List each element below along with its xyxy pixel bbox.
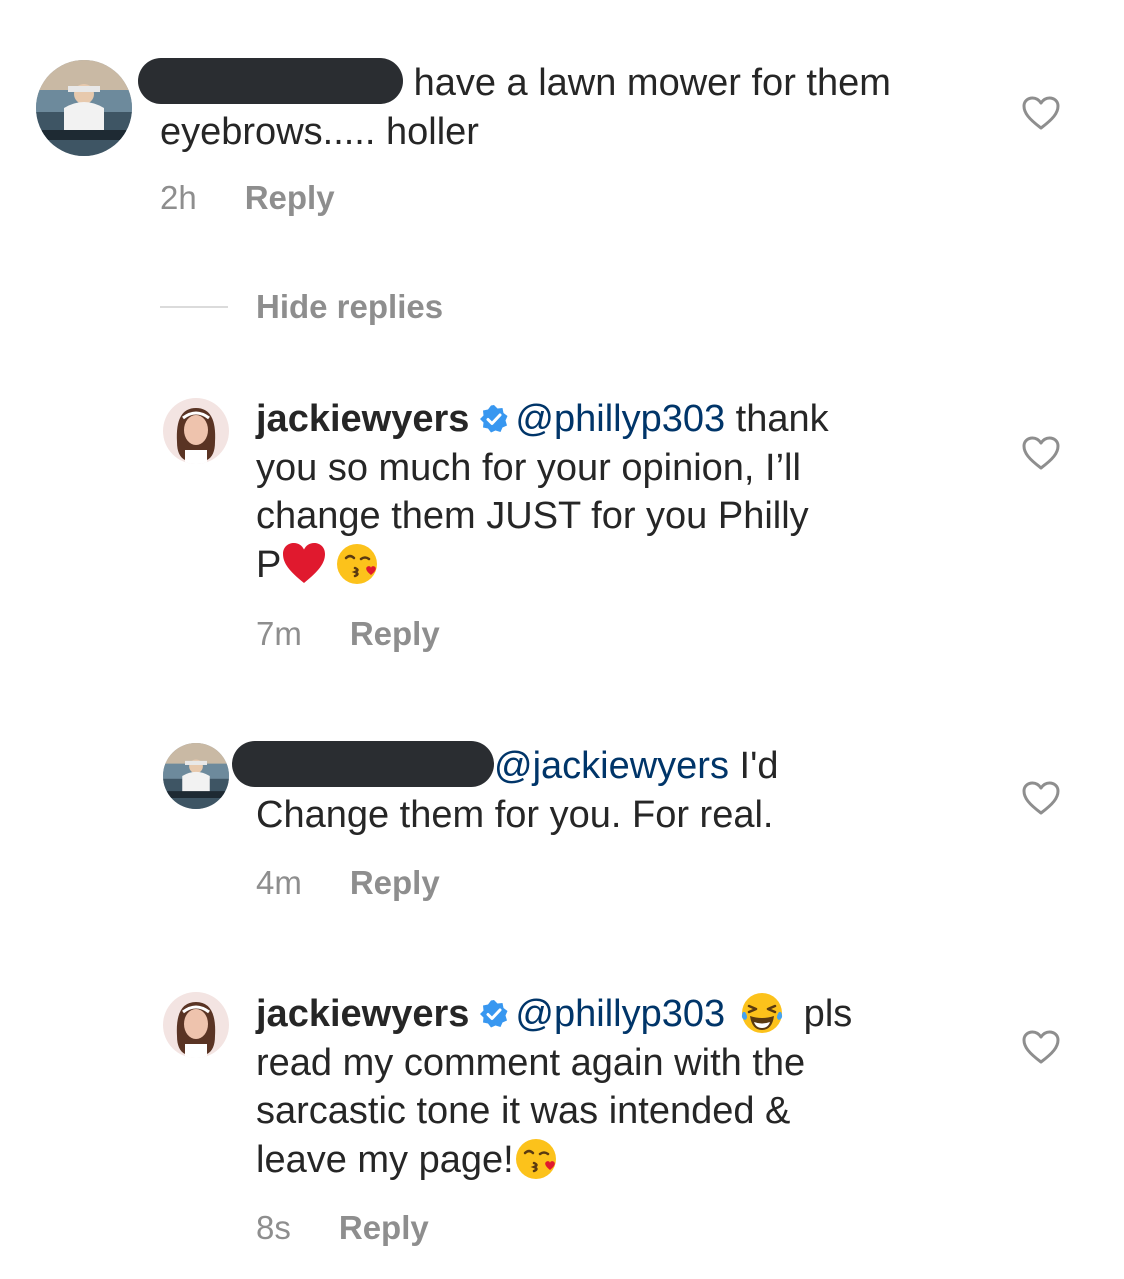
- timestamp: 8s: [256, 1209, 291, 1246]
- comment-text: have a lawn mower for them eyebrows.....…: [138, 58, 1000, 156]
- mention-link[interactable]: @phillyp303: [515, 398, 725, 440]
- timestamp: 4m: [256, 864, 302, 901]
- timestamp: 2h: [160, 179, 197, 216]
- comment-meta: 2h Reply: [160, 179, 335, 217]
- comment-body: change them JUST for you Philly: [256, 495, 809, 537]
- hide-replies-button[interactable]: Hide replies: [256, 288, 443, 326]
- redacted-username: [138, 58, 403, 104]
- username[interactable]: jackiewyers: [256, 398, 469, 440]
- reply-button[interactable]: Reply: [350, 864, 440, 902]
- comment-body: I'd: [728, 745, 779, 787]
- comment-body: eyebrows..... holler: [160, 110, 479, 153]
- mention-link[interactable]: @jackiewyers: [494, 745, 729, 787]
- hide-replies-divider: [160, 306, 228, 308]
- laughing-tears-icon: [742, 993, 783, 1033]
- heart-icon[interactable]: [1021, 780, 1061, 816]
- red-heart-icon: [283, 542, 326, 583]
- comment-meta: 7m Reply: [256, 615, 440, 653]
- reply-button[interactable]: Reply: [245, 179, 335, 217]
- avatar[interactable]: [36, 60, 132, 156]
- timestamp: 7m: [256, 615, 302, 652]
- comment-text: jackiewyers @phillyp303 pls read my comme…: [256, 990, 976, 1184]
- kissing-face-icon: [515, 1138, 556, 1179]
- username[interactable]: jackiewyers: [256, 993, 469, 1035]
- avatar-man-on-boat-icon: [163, 743, 229, 809]
- kissing-face-icon: [337, 543, 378, 584]
- redacted-username: [232, 741, 494, 787]
- comment-meta: 4m Reply: [256, 864, 440, 902]
- comment-body: leave my page!: [256, 1138, 514, 1181]
- heart-icon[interactable]: [1021, 1029, 1061, 1065]
- comment-text: @jackiewyers I'd Change them for you. Fo…: [232, 741, 976, 839]
- comment-body: read my comment again with the: [256, 1041, 806, 1084]
- comment-body: sarcastic tone it was intended &: [256, 1090, 791, 1132]
- comment-meta: 8s Reply: [256, 1209, 429, 1247]
- verified-badge-icon: [480, 405, 508, 433]
- comment-body: have a lawn mower for them: [413, 62, 891, 104]
- avatar-man-on-boat-icon: [36, 60, 132, 156]
- avatar[interactable]: [163, 398, 229, 464]
- reply-button[interactable]: Reply: [339, 1209, 429, 1247]
- comment-body: thank: [725, 398, 829, 440]
- comment-body: pls: [793, 993, 853, 1035]
- mention-link[interactable]: @phillyp303: [515, 993, 725, 1035]
- comment-body: Change them for you. For real.: [256, 793, 774, 836]
- comment-body: you so much for your opinion, I’ll: [256, 446, 801, 489]
- avatar[interactable]: [163, 992, 229, 1058]
- comment-body: P: [256, 543, 282, 586]
- comment-text: jackiewyers @phillyp303 thank you so much…: [256, 395, 976, 589]
- heart-icon[interactable]: [1021, 95, 1061, 131]
- verified-badge-icon: [480, 1000, 508, 1028]
- avatar-woman-icon: [163, 398, 229, 464]
- avatar[interactable]: [163, 743, 229, 809]
- reply-button[interactable]: Reply: [350, 615, 440, 653]
- heart-icon[interactable]: [1021, 435, 1061, 471]
- avatar-woman-icon: [163, 992, 229, 1058]
